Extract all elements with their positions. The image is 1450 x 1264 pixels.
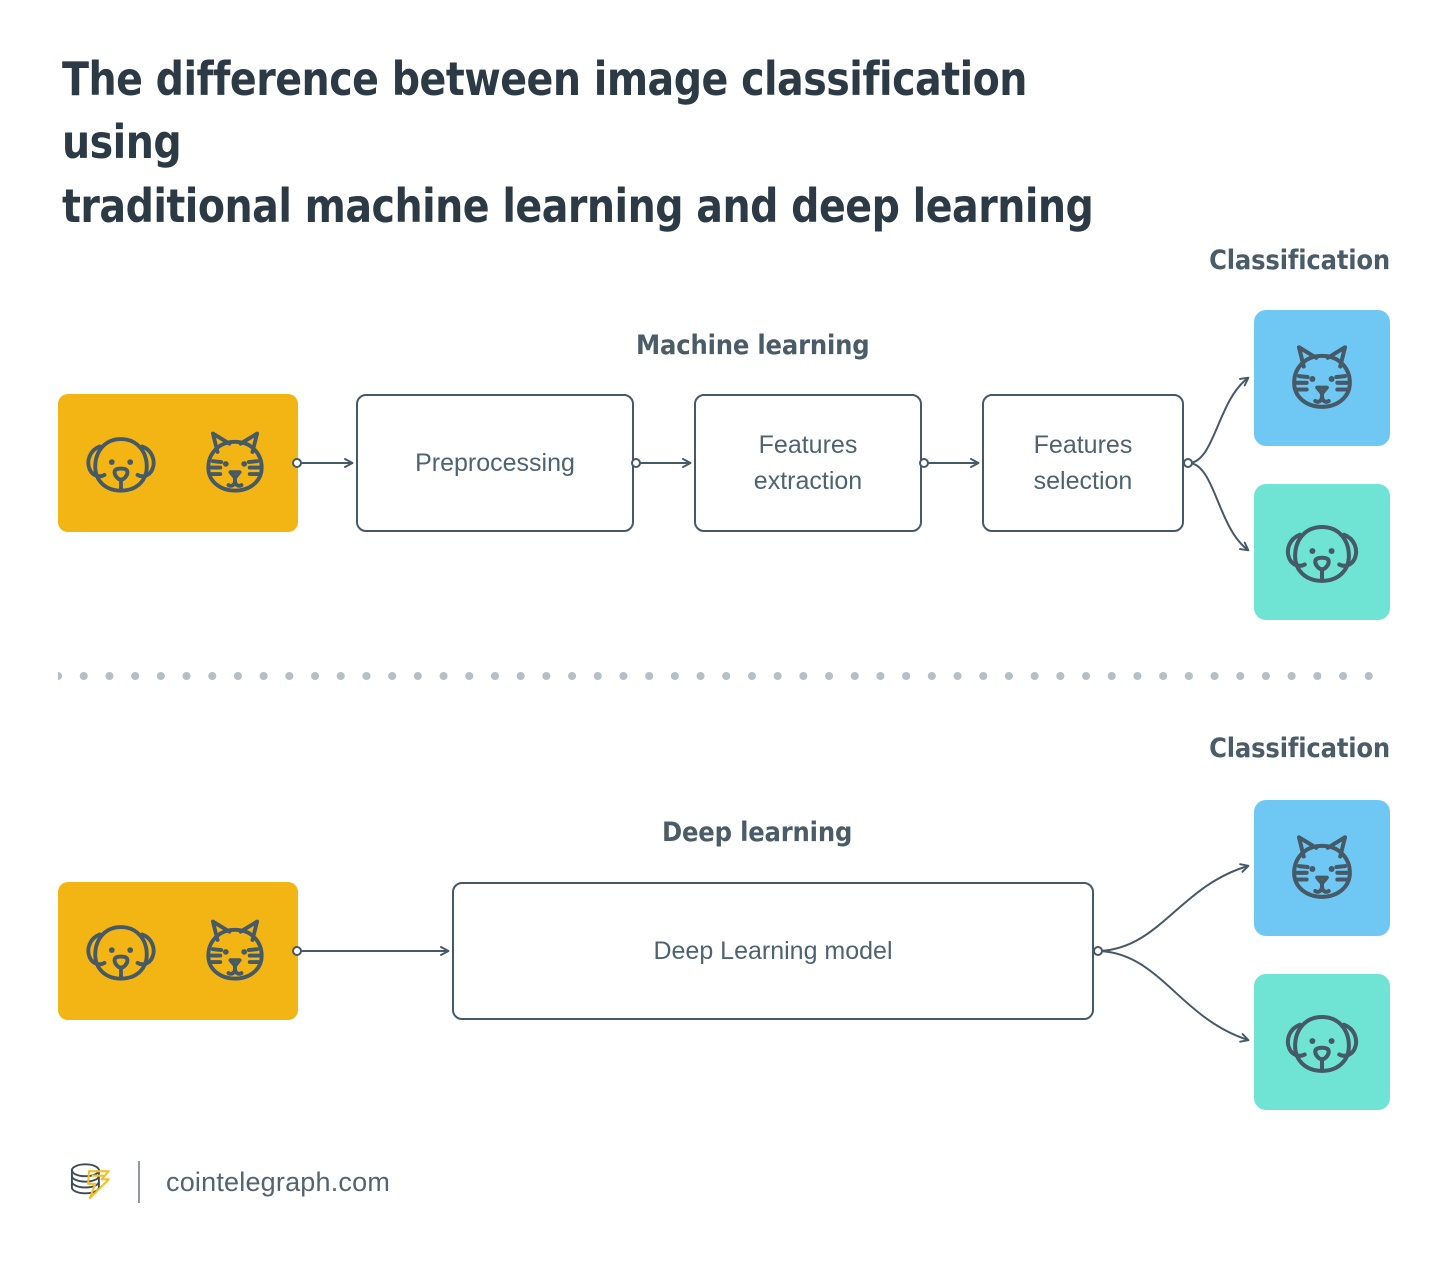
link-dlmodel-to-dog <box>1099 950 1250 1043</box>
dog-face-icon <box>86 925 156 981</box>
dog-face-icon <box>1285 525 1359 583</box>
cat-face-icon <box>206 919 264 981</box>
page-title: The difference between image classificat… <box>62 52 1094 233</box>
section-label-classification-ml: Classification <box>1209 245 1390 276</box>
ml-input-images-box <box>58 394 298 532</box>
section-label-classification-dl: Classification <box>1209 733 1390 764</box>
footer-divider <box>138 1161 140 1203</box>
footer-site-url: cointelegraph.com <box>166 1166 391 1197</box>
footer: cointelegraph.com <box>62 1152 390 1212</box>
step-box-preprocessing[interactable]: Preprocessing <box>356 394 634 532</box>
step-box-features-extraction[interactable]: Features extraction <box>694 394 922 532</box>
output-swatch-cat-dl <box>1254 800 1390 936</box>
dl-input-images-box <box>58 882 298 1020</box>
connector-dot <box>1183 458 1193 468</box>
link-selection-to-dog <box>1189 462 1250 552</box>
link-selection-to-cat <box>1189 376 1250 464</box>
output-swatch-cat-ml <box>1254 310 1390 446</box>
cointelegraph-logo-icon <box>70 1163 110 1200</box>
output-swatch-dog-ml <box>1254 484 1390 620</box>
cat-face-icon <box>206 431 264 493</box>
cat-face-icon <box>1292 835 1352 899</box>
step-box-deep-learning-model[interactable]: Deep Learning model <box>452 882 1094 1020</box>
section-divider <box>58 672 1390 680</box>
section-label-deep-learning: Deep learning <box>662 817 853 848</box>
cat-face-icon <box>1292 345 1352 409</box>
dog-face-icon <box>86 437 156 493</box>
dog-face-icon <box>1285 1015 1359 1073</box>
connector-dot <box>1093 946 1103 956</box>
step-box-features-selection[interactable]: Features selection <box>982 394 1184 532</box>
link-dlmodel-to-cat <box>1099 863 1250 952</box>
output-swatch-dog-dl <box>1254 974 1390 1110</box>
section-label-machine-learning: Machine learning <box>636 330 870 361</box>
